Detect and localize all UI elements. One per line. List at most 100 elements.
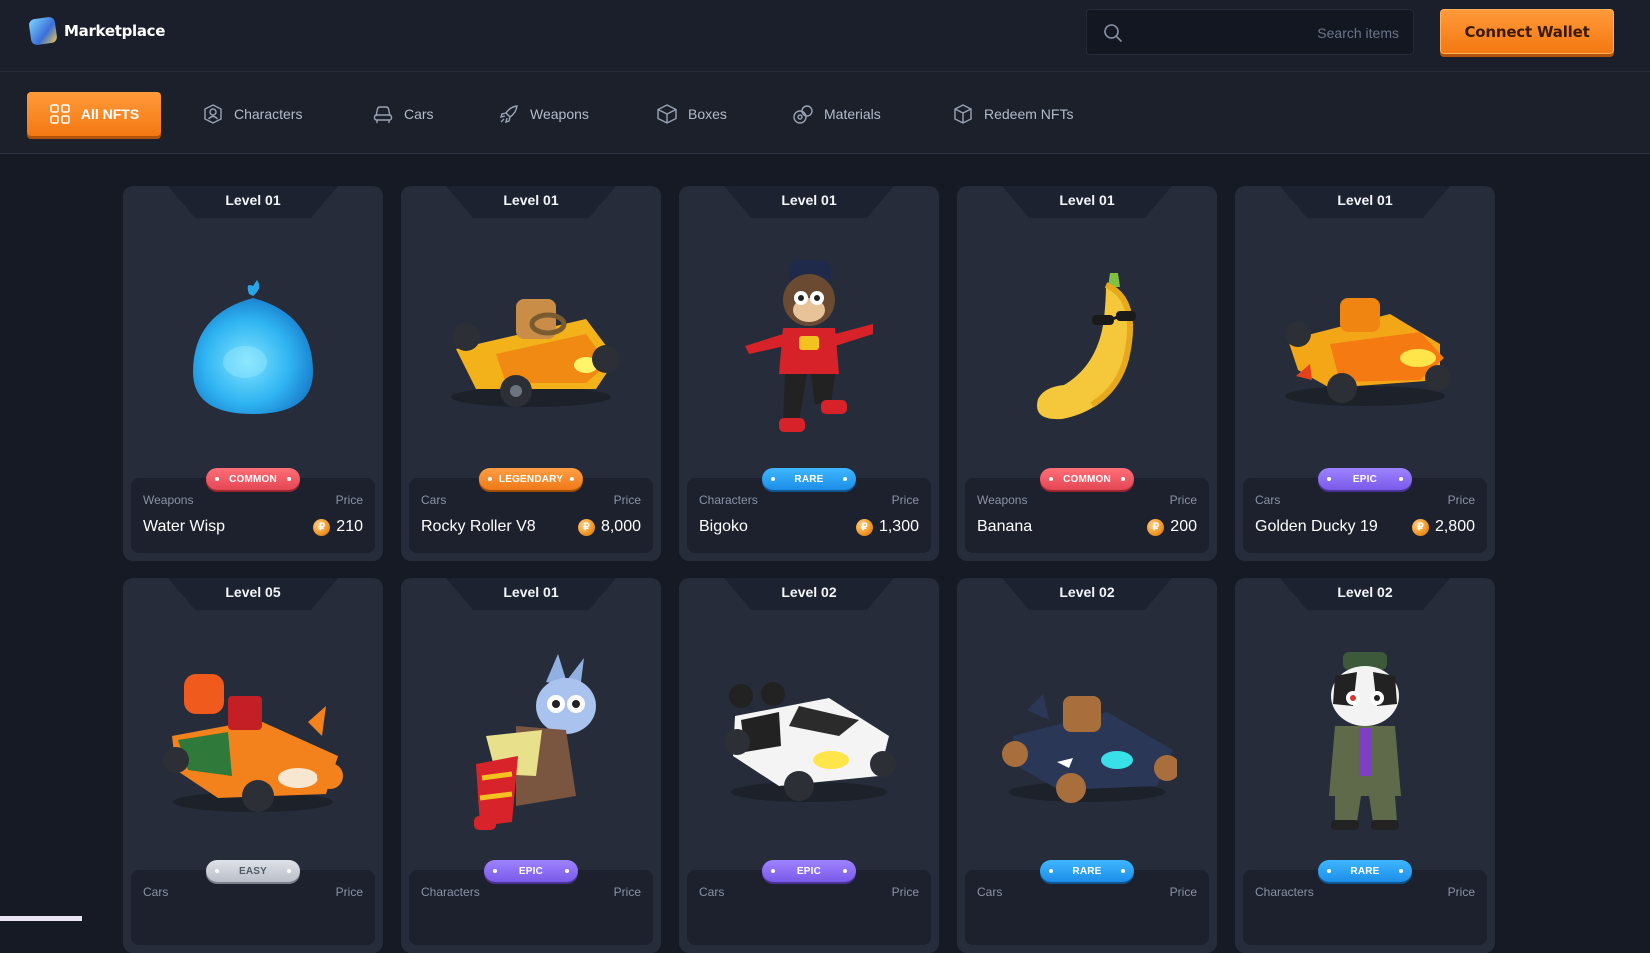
card-price: ₽200 <box>1147 518 1197 536</box>
card-category: Weapons <box>977 493 1028 507</box>
tab-characters[interactable]: Characters <box>202 92 302 136</box>
card-category: Weapons <box>143 493 194 507</box>
price-label: Price <box>613 885 641 899</box>
card-category: Characters <box>1255 885 1314 899</box>
card-name: Bigoko <box>699 518 748 535</box>
rarity-badge: EPIC <box>1318 468 1412 490</box>
tab-materials[interactable]: Materials <box>792 92 881 136</box>
price-label: Price <box>613 493 641 507</box>
card-category: Cars <box>143 885 169 899</box>
card-category: Characters <box>699 493 758 507</box>
bottom-edge-bar <box>0 916 82 921</box>
price-label: Price <box>1169 493 1197 507</box>
tab-label: All NFTS <box>80 106 140 122</box>
card-category: Cars <box>977 885 1003 899</box>
card-category: Cars <box>1255 493 1281 507</box>
price-value: 210 <box>336 518 363 535</box>
card-level: Level 01 <box>503 584 559 600</box>
tab-label: Materials <box>824 106 881 122</box>
price-label: Price <box>335 493 363 507</box>
search-input[interactable] <box>1179 22 1399 44</box>
nft-card[interactable]: Level 05 EASY Cars Price <box>123 578 383 953</box>
category-tabs: All NFTS Characters Cars Weapons Boxes M… <box>0 72 1650 154</box>
kart-gold-image <box>1235 234 1495 464</box>
price-label: Price <box>1447 493 1475 507</box>
nft-card[interactable]: Level 01 LEGENDARY Cars Price Rocky Roller V… <box>401 186 661 561</box>
tab-weapons[interactable]: Weapons <box>498 92 589 136</box>
tab-label: Weapons <box>530 106 589 122</box>
nft-card[interactable]: Level 01 COMMON Weapons Price Water Wisp ₽210 <box>123 186 383 561</box>
card-price: ₽1,300 <box>855 518 919 536</box>
price-label: Price <box>335 885 363 899</box>
tab-redeem-nfts[interactable]: Redeem NFTs <box>952 92 1073 136</box>
nft-card[interactable]: Level 01 EPIC Cars Price Golden Ducky 19 ₽2,8… <box>1235 186 1495 561</box>
card-level: Level 01 <box>225 192 281 208</box>
card-price: ₽210 <box>313 518 363 536</box>
card-name: Rocky Roller V8 <box>421 518 536 535</box>
kart-panda-image <box>679 626 939 856</box>
rarity-badge: RARE <box>762 468 856 490</box>
price-label: Price <box>891 493 919 507</box>
tab-label: Cars <box>404 106 434 122</box>
rarity-badge: RARE <box>1040 860 1134 882</box>
coin-icon: ₽ <box>313 518 331 536</box>
rarity-badge: COMMON <box>206 468 300 490</box>
card-category: Cars <box>699 885 725 899</box>
grid-icon <box>50 104 70 124</box>
monkey-image <box>679 234 939 464</box>
card-level: Level 02 <box>1059 584 1115 600</box>
card-level: Level 01 <box>503 192 559 208</box>
kart-shark-image <box>957 626 1217 856</box>
tab-label: Boxes <box>688 106 727 122</box>
card-level: Level 02 <box>781 584 837 600</box>
rarity-badge: COMMON <box>1040 468 1134 490</box>
banana-image <box>957 234 1217 464</box>
character-icon <box>204 104 222 124</box>
coin-icon: ₽ <box>577 518 595 536</box>
tab-label: Redeem NFTs <box>984 106 1074 122</box>
rarity-badge: EPIC <box>762 860 856 882</box>
nft-card[interactable]: Level 01 EPIC Characters Price <box>401 578 661 953</box>
price-value: 1,300 <box>878 518 919 535</box>
card-price: ₽8,000 <box>577 518 641 536</box>
nft-card[interactable]: Level 02 EPIC Cars Price <box>679 578 939 953</box>
card-category: Cars <box>421 493 447 507</box>
nft-card[interactable]: Level 01 RARE Characters Price Bigoko ₽1,300 <box>679 186 939 561</box>
kart-fox-image <box>123 626 383 856</box>
tab-all-nfts[interactable]: All NFTS <box>27 92 161 136</box>
redeem-icon <box>954 104 972 124</box>
coin-icon: ₽ <box>1147 518 1165 536</box>
brand-logo-icon <box>28 16 58 46</box>
card-level: Level 01 <box>1059 192 1115 208</box>
nft-card[interactable]: Level 01 COMMON Weapons Price Banana ₽200 <box>957 186 1217 561</box>
price-value: 8,000 <box>600 518 641 535</box>
tab-label: Characters <box>234 106 303 122</box>
rarity-badge: RARE <box>1318 860 1412 882</box>
nft-card[interactable]: Level 02 RARE Characters Price <box>1235 578 1495 953</box>
price-label: Price <box>1169 885 1197 899</box>
card-name: Banana <box>977 518 1033 535</box>
card-name: Golden Ducky 19 <box>1255 518 1378 535</box>
coin-icon: ₽ <box>1411 518 1429 536</box>
tab-cars[interactable]: Cars <box>372 92 434 136</box>
card-category: Characters <box>421 885 480 899</box>
car-icon <box>373 106 393 123</box>
tab-boxes[interactable]: Boxes <box>656 92 727 136</box>
price-value: 2,800 <box>1434 518 1475 535</box>
coin-icon: ₽ <box>855 518 873 536</box>
connect-wallet-button[interactable]: Connect Wallet <box>1440 9 1614 54</box>
card-price: ₽2,800 <box>1411 518 1475 536</box>
brand[interactable]: Marketplace <box>28 16 165 46</box>
wolf-image <box>401 626 661 856</box>
rarity-badge: EPIC <box>484 860 578 882</box>
card-level: Level 05 <box>225 584 281 600</box>
card-level: Level 01 <box>781 192 837 208</box>
nft-card[interactable]: Level 02 RARE Cars Price <box>957 578 1217 953</box>
top-bar: Marketplace Connect Wallet <box>0 0 1650 72</box>
price-label: Price <box>1447 885 1475 899</box>
kart-yellow-image <box>401 234 661 464</box>
card-level: Level 02 <box>1337 584 1393 600</box>
card-name: Water Wisp <box>143 518 226 535</box>
price-value: 200 <box>1170 518 1197 535</box>
search-box[interactable] <box>1086 9 1414 55</box>
